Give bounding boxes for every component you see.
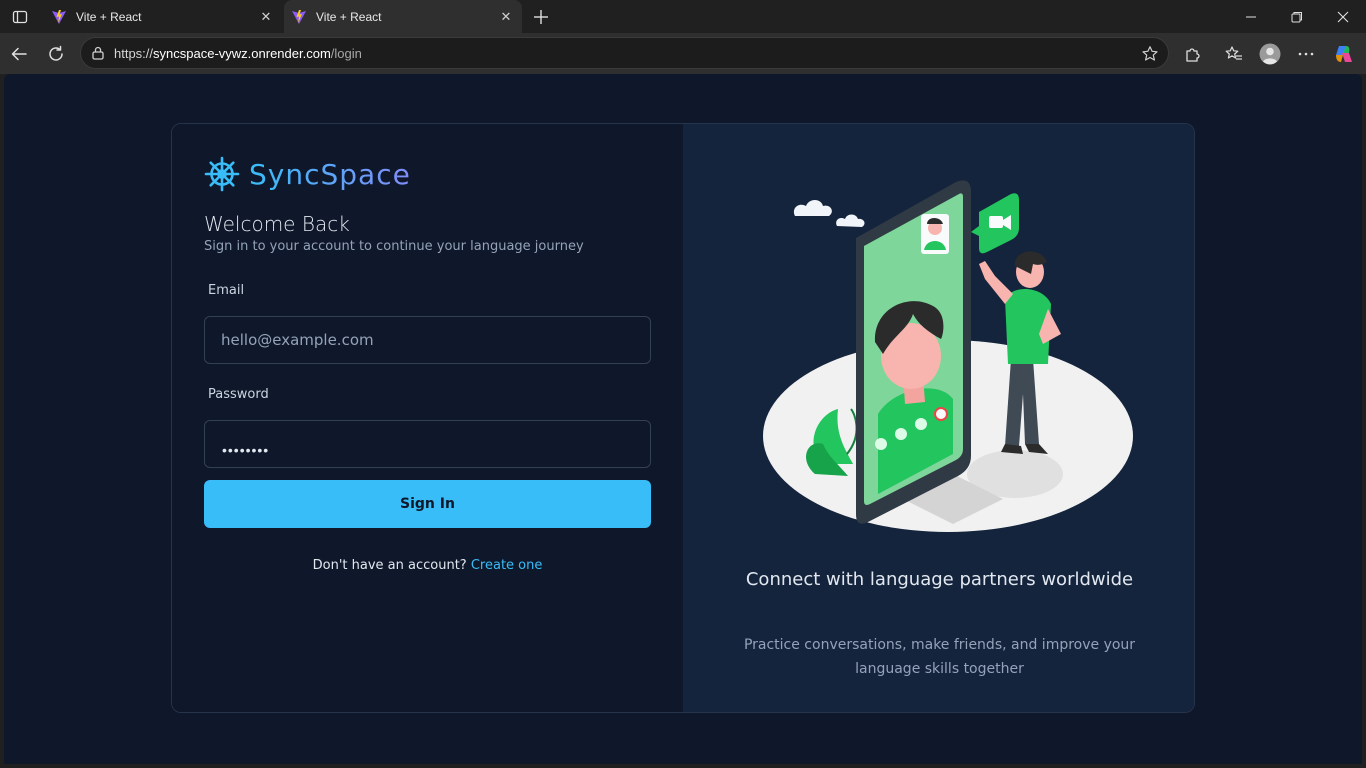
browser-titlebar: Vite + React ✕ Vite + React ✕ <box>0 0 1366 33</box>
browser-tab-active[interactable]: Vite + React ✕ <box>284 0 522 33</box>
email-label: Email <box>208 283 245 298</box>
password-field[interactable] <box>204 420 651 468</box>
brand-name: SyncSpace <box>249 157 411 191</box>
brand: SyncSpace <box>204 156 411 192</box>
window-bottom-edge <box>0 764 1366 768</box>
signup-prompt: Don't have an account? Create one <box>172 558 683 573</box>
profile-avatar-icon[interactable] <box>1255 39 1285 69</box>
vite-logo-icon <box>51 9 67 25</box>
promo-panel: Connect with language partners worldwide… <box>683 124 1194 712</box>
promo-title: Connect with language partners worldwide <box>745 569 1134 590</box>
email-field[interactable] <box>204 316 651 364</box>
close-tab-icon[interactable]: ✕ <box>498 9 514 25</box>
video-call-illustration <box>763 180 1133 532</box>
page-viewport: SyncSpace Welcome Back Sign in to your a… <box>4 74 1362 764</box>
page-title: Welcome Back <box>204 212 350 236</box>
address-bar[interactable]: https://syncspace-vywz.onrender.com/logi… <box>80 37 1169 69</box>
close-window-icon[interactable] <box>1320 0 1366 33</box>
tab-title: Vite + React <box>76 9 142 24</box>
ship-wheel-icon <box>204 156 240 192</box>
url-host: syncspace-vywz.onrender.com <box>153 46 331 61</box>
password-label: Password <box>208 387 269 402</box>
star-icon[interactable] <box>1140 44 1160 64</box>
minimize-icon[interactable] <box>1228 0 1274 33</box>
page-subtitle: Sign in to your account to continue your… <box>204 239 584 254</box>
url-path: /login <box>330 46 362 61</box>
signup-prompt-text: Don't have an account? <box>312 558 467 573</box>
url-scheme: https:// <box>114 46 154 61</box>
tab-actions-icon[interactable] <box>8 6 32 28</box>
browser-tab[interactable]: Vite + React ✕ <box>44 0 282 33</box>
url-text: https://syncspace-vywz.onrender.com/logi… <box>114 46 362 61</box>
vite-logo-icon <box>291 9 307 25</box>
new-tab-icon[interactable] <box>528 4 554 30</box>
refresh-icon[interactable] <box>41 39 71 69</box>
tab-title: Vite + React <box>316 9 382 24</box>
back-arrow-icon[interactable] <box>4 39 34 69</box>
extensions-icon[interactable] <box>1178 39 1208 69</box>
lock-icon[interactable] <box>89 44 107 62</box>
promo-description: Practice conversations, make friends, an… <box>743 637 1136 677</box>
close-tab-icon[interactable]: ✕ <box>258 9 274 25</box>
browser-toolbar: https://syncspace-vywz.onrender.com/logi… <box>0 33 1366 74</box>
restore-icon[interactable] <box>1274 0 1320 33</box>
copilot-icon[interactable] <box>1329 39 1359 69</box>
favorites-icon[interactable] <box>1219 39 1249 69</box>
sign-in-button[interactable]: Sign In <box>204 480 651 528</box>
more-options-icon[interactable] <box>1291 39 1321 69</box>
login-card: SyncSpace Welcome Back Sign in to your a… <box>171 123 1195 713</box>
create-account-link[interactable]: Create one <box>471 558 543 573</box>
login-panel: SyncSpace Welcome Back Sign in to your a… <box>172 124 683 712</box>
